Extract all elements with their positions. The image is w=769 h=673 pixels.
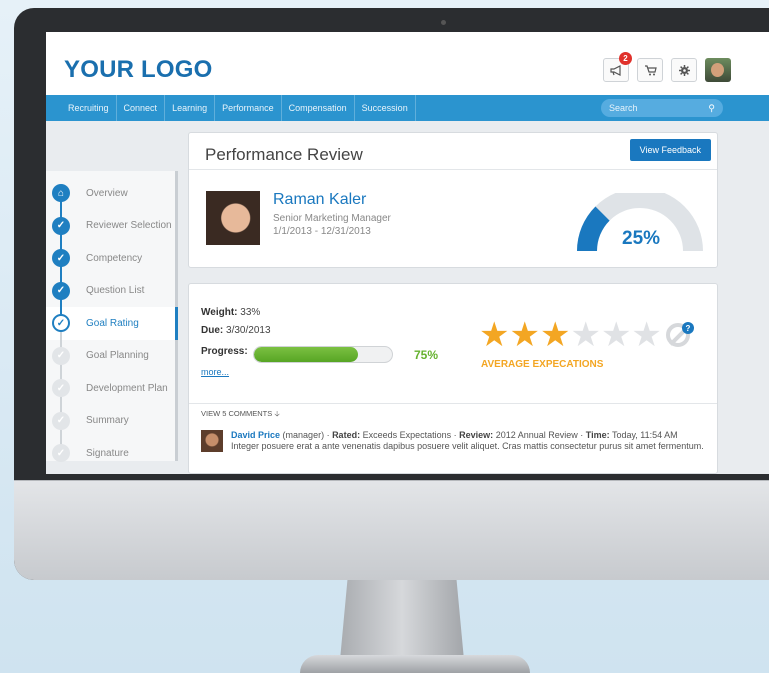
sidebar-item-overview[interactable]: ⌂ Overview [46, 177, 175, 210]
star-icon[interactable]: ★ [601, 318, 631, 352]
comment-body: Integer posuere erat a ante venenatis da… [231, 441, 704, 451]
sidebar-item-signature[interactable]: ✓ Signature [46, 437, 175, 470]
nav-item-connect[interactable]: Connect [117, 95, 166, 121]
rated-value: Exceeds Expectations [362, 430, 452, 440]
divider [189, 403, 717, 404]
sidebar-item-label: Goal Rating [86, 317, 139, 329]
nav-item-compensation[interactable]: Compensation [282, 95, 355, 121]
sidebar-item-summary[interactable]: ✓ Summary [46, 405, 175, 438]
check-icon: ✓ [52, 281, 70, 300]
sidebar-item-label: Competency [86, 252, 143, 264]
review-value: 2012 Annual Review [495, 430, 578, 440]
step-list: ⌂ Overview ✓ Reviewer Selection ✓ Compet… [46, 171, 178, 470]
monitor-stand [340, 580, 464, 660]
review-card: Performance Review View Feedback Raman K… [188, 132, 718, 268]
weight-value: 33% [240, 307, 261, 318]
employee-name[interactable]: Raman Kaler [273, 191, 366, 209]
commenter-name[interactable]: David Price [231, 430, 280, 440]
avatar[interactable] [705, 58, 731, 82]
due-row: Due: 3/30/2013 [201, 325, 271, 336]
star-icon[interactable]: ★ [540, 318, 570, 352]
check-icon: ✓ [52, 249, 70, 268]
monitor-base [300, 655, 530, 673]
star-icon[interactable]: ★ [570, 318, 600, 352]
nav-item-recruiting[interactable]: Recruiting [61, 95, 117, 121]
progress-fill [254, 347, 358, 362]
gear-icon[interactable] [671, 58, 697, 82]
progress-bar [253, 346, 393, 363]
time-label: Time: [585, 430, 610, 440]
app-screen: YOUR LOGO 2 Recruiting Connect Learning … [46, 32, 769, 474]
employee-photo [206, 191, 260, 245]
check-icon: ✓ [52, 314, 70, 333]
time-value: Today, 11:54 AM [611, 430, 678, 440]
megaphone-icon[interactable]: 2 [603, 52, 632, 82]
page-title: Performance Review [205, 145, 363, 164]
search-input[interactable] [609, 103, 699, 113]
nav-item-performance[interactable]: Performance [215, 95, 282, 121]
employee-role: Senior Marketing Manager [273, 213, 391, 224]
check-icon: ✓ [52, 444, 70, 463]
sidebar-item-label: Summary [86, 415, 129, 427]
sidebar-item-development-plan[interactable]: ✓ Development Plan [46, 372, 175, 405]
comment: David Price (manager) · Rated: Exceeds E… [231, 430, 704, 451]
sidebar: ⌂ Overview ✓ Reviewer Selection ✓ Compet… [46, 171, 178, 463]
search-box: ⚲ [601, 99, 723, 117]
star-icon[interactable]: ★ [509, 318, 539, 352]
view-feedback-button[interactable]: View Feedback [629, 139, 711, 161]
progress-percent: 75% [414, 348, 439, 362]
sidebar-item-label: Reviewer Selection [86, 220, 172, 232]
camera [441, 20, 446, 25]
check-icon: ✓ [52, 346, 70, 365]
arrow-down-icon: 🡣 [274, 409, 280, 418]
rated-label: Rated: [332, 430, 361, 440]
sidebar-item-goal-rating[interactable]: ✓ Goal Rating [46, 307, 178, 340]
progress-label: Progress: [201, 346, 248, 357]
commenter-role: (manager) [282, 430, 325, 440]
sidebar-item-question-list[interactable]: ✓ Question List [46, 275, 175, 308]
top-bar: YOUR LOGO 2 [46, 32, 769, 95]
search-icon[interactable]: ⚲ [708, 103, 715, 114]
check-icon: ✓ [52, 216, 70, 235]
rating-label: AVERAGE EXPECATIONS [481, 359, 604, 370]
logo[interactable]: YOUR LOGO [64, 56, 212, 84]
due-label: Due: [201, 325, 224, 336]
help-icon[interactable]: ? [682, 322, 694, 334]
notification-badge: 2 [619, 52, 632, 65]
sidebar-item-label: Goal Planning [86, 350, 149, 362]
gauge-fill [577, 206, 610, 252]
divider [189, 169, 717, 170]
star-rating: ★ ★ ★ ★ ★ ★ [479, 318, 690, 352]
more-link[interactable]: more... [201, 367, 229, 377]
view-comments-toggle[interactable]: VIEW 5 COMMENTS 🡣 [201, 408, 280, 421]
weight-row: Weight: 33% [201, 307, 260, 318]
sidebar-item-label: Signature [86, 447, 129, 459]
cart-icon[interactable] [637, 58, 663, 82]
check-icon: ✓ [52, 379, 70, 398]
main-nav: Recruiting Connect Learning Performance … [46, 95, 769, 121]
nav-item-succession[interactable]: Succession [355, 95, 416, 121]
goal-card: Weight: 33% Due: 3/30/2013 Progress: 75%… [188, 283, 718, 474]
review-label: Review: [459, 430, 494, 440]
sidebar-item-label: Development Plan [86, 382, 168, 394]
home-icon: ⌂ [52, 184, 70, 203]
star-icon[interactable]: ★ [479, 318, 509, 352]
check-icon: ✓ [52, 411, 70, 430]
sidebar-item-reviewer-selection[interactable]: ✓ Reviewer Selection [46, 210, 175, 243]
sidebar-item-label: Question List [86, 285, 145, 297]
header-icons: 2 [603, 52, 731, 82]
nav-item-learning[interactable]: Learning [165, 95, 216, 121]
weight-label: Weight: [201, 307, 238, 318]
monitor-chin [14, 480, 769, 580]
commenter-avatar [201, 430, 223, 452]
star-icon[interactable]: ★ [631, 318, 661, 352]
due-value: 3/30/2013 [226, 325, 271, 336]
sidebar-item-label: Overview [86, 187, 128, 199]
review-period: 1/1/2013 - 12/31/2013 [273, 226, 371, 237]
completion-percent: 25% [622, 228, 661, 249]
sidebar-item-competency[interactable]: ✓ Competency [46, 242, 175, 275]
sidebar-item-goal-planning[interactable]: ✓ Goal Planning [46, 340, 175, 373]
